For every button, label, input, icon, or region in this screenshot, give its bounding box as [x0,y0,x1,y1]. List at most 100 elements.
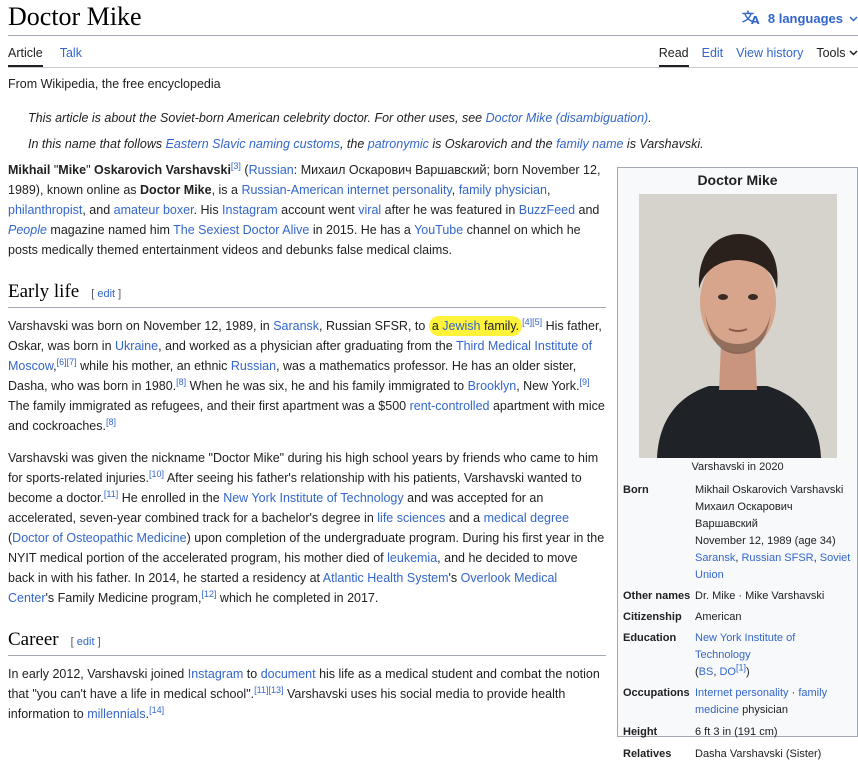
link-bs[interactable]: BS [699,666,714,678]
hatnote-text: In this name that follows [28,137,166,151]
text: , Russian SFSR, to [319,319,429,333]
link-nyit[interactable]: New York Institute of Technology [223,491,403,505]
infobox-row-citizenship: Citizenship American [618,608,857,627]
infobox-value: Internet personality · family medicine p… [695,685,852,719]
infobox-label: Relatives [623,748,672,760]
text: · [788,687,799,699]
link-people[interactable]: People [8,223,47,237]
link-doctor-of-osteopathic-medicine[interactable]: Doctor of Osteopathic Medicine [12,531,186,545]
text: and a [445,511,484,525]
view-tabs: Read Edit View history Tools [658,46,858,67]
infobox-value: 6 ft 3 in (191 cm) [695,726,778,738]
link-nyit[interactable]: New York Institute of Technology [695,632,795,661]
link-family-name[interactable]: family name [556,137,623,151]
early-life-paragraph-2: Varshavski was given the nickname "Docto… [8,448,606,608]
link-document[interactable]: document [261,667,316,681]
link-internet-personality[interactable]: internet personality [347,183,452,197]
infobox-rows: Born Mikhail Oskarovich Varshavski Михаи… [618,481,857,764]
heading-text: Career [8,629,59,650]
citation-link[interactable]: [8] [176,377,186,387]
link-saransk[interactable]: Saransk [273,319,319,333]
hatnote-text: is Oskarovich and the [428,137,557,151]
link-instagram[interactable]: Instagram [222,203,278,217]
link-disambiguation[interactable]: Doctor Mike (disambiguation) [486,111,649,125]
tab-article[interactable]: Article [8,46,43,67]
link-brooklyn[interactable]: Brooklyn [468,379,517,393]
citation-link[interactable]: [1] [736,662,746,672]
link-do[interactable]: DO [719,666,736,678]
link-rent-controlled[interactable]: rent-controlled [410,399,490,413]
citation-link[interactable]: [11] [104,489,118,499]
link-amateur-boxer[interactable]: amateur boxer [114,203,194,217]
link-russian[interactable]: Russian [231,359,276,373]
link-sexiest-doctor[interactable]: The Sexiest Doctor Alive [173,223,309,237]
page-title: Doctor Mike [8,2,142,31]
link-ukraine[interactable]: Ukraine [115,339,158,353]
link-leukemia[interactable]: leukemia [387,551,437,565]
portrait-photo[interactable] [638,194,837,458]
tab-view-history[interactable]: View history [736,46,803,67]
link-patronymic[interactable]: patronymic [368,137,429,151]
infobox-value: Mikhail Oskarovich Varshavski Михаил Оск… [695,482,852,584]
bracket: ] [118,288,122,300]
text: . His [193,203,223,217]
citation-link[interactable]: [12] [201,589,216,599]
link-youtube[interactable]: YouTube [414,223,463,237]
citation-link[interactable]: [9] [579,377,589,387]
citation-link[interactable]: [11][13] [254,685,283,695]
birth-date: November 12, 1989 (age 34) [695,535,836,547]
link-millennials[interactable]: millennials [87,707,145,721]
text: Varshavski was born on November 12, 1989… [8,319,274,333]
infobox-row-born: Born Mikhail Oskarovich Varshavski Михаи… [618,481,857,585]
tools-label: Tools [816,46,846,60]
link-russian-american[interactable]: Russian-American [241,183,343,197]
text: magazine named him [46,223,174,237]
text: in 2015. He has a [309,223,415,237]
highlighted-text: a Jewish family. [428,316,523,336]
link-russian[interactable]: Russian [249,163,294,177]
text: , is a [211,183,242,197]
section-heading-early-life: Early life [ edit ] [8,282,606,308]
link-atlantic-health-system[interactable]: Atlantic Health System [323,571,449,585]
languages-button[interactable]: 文A 8 languages [742,9,858,28]
link-buzzfeed[interactable]: BuzzFeed [519,203,575,217]
citation-link[interactable]: [8] [106,417,116,427]
link-jewish[interactable]: Jewish [442,319,480,333]
tab-read[interactable]: Read [658,46,689,67]
citation-link[interactable]: [6][7] [57,357,77,367]
link-life-sciences[interactable]: life sciences [377,511,445,525]
tab-talk[interactable]: Talk [60,46,82,67]
infobox-label: Other names [623,590,691,602]
infobox-label: Citizenship [623,611,682,623]
text: , [546,183,551,197]
tools-menu[interactable]: Tools [816,46,858,67]
link-family-physician[interactable]: family physician [459,183,547,197]
bracket: ] [97,636,101,648]
tab-edit[interactable]: Edit [702,46,724,67]
link-saransk[interactable]: Saransk [695,552,735,564]
intro-paragraph: Mikhail "Mike" Oskarovich Varshavski[3] … [8,160,606,260]
link-eastern-slavic[interactable]: Eastern Slavic naming customs [166,137,340,151]
citation-link[interactable]: [10] [149,469,164,479]
text: and [575,203,600,217]
link-viral[interactable]: viral [358,203,381,217]
link-russian-sfsr[interactable]: Russian SFSR [741,552,813,564]
citation-link[interactable]: [3] [231,161,241,171]
edit-section-link[interactable]: edit [77,636,95,648]
citation-link[interactable]: [4][5] [522,317,542,327]
infobox-label: Height [623,726,658,738]
text: to [243,667,261,681]
link-medical-degree[interactable]: medical degree [484,511,569,525]
link-philanthropist[interactable]: philanthropist [8,203,82,217]
text: while his mother, an ethnic [76,359,231,373]
text: When he was six, he and his family immig… [186,379,468,393]
birth-name-cyrillic: Михаил Оскарович Варшавский [695,501,793,530]
translate-icon: 文A [742,9,762,28]
link-internet-personality[interactable]: Internet personality [695,687,789,699]
edit-section-link[interactable]: edit [97,288,115,300]
citation-link[interactable]: [14] [149,705,164,715]
link-instagram[interactable]: Instagram [188,667,244,681]
svg-text:A: A [751,14,760,25]
text: , [451,183,459,197]
bold-name: Doctor Mike [140,183,212,197]
